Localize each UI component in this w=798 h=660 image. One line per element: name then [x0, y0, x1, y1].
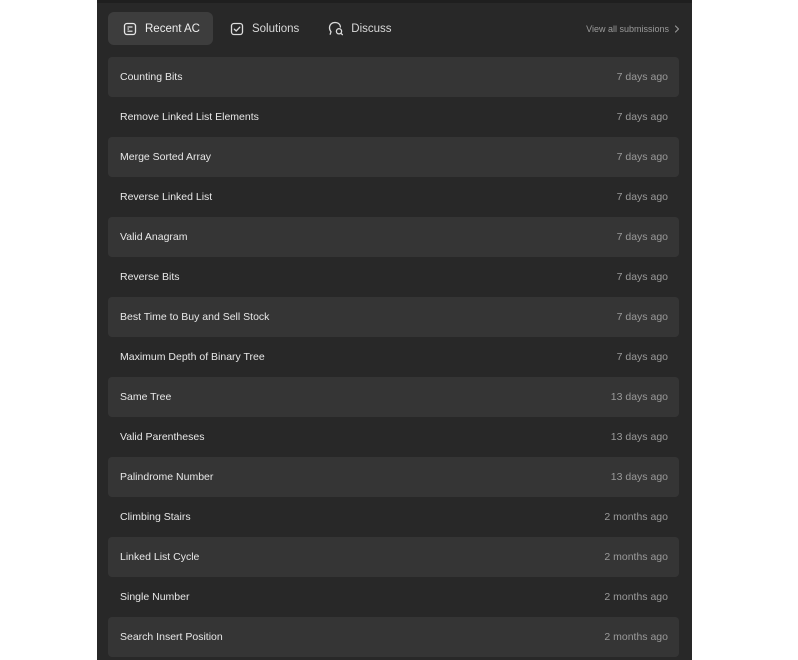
submission-row[interactable]: Remove Linked List Elements 7 days ago — [108, 97, 679, 137]
tab-recent-ac[interactable]: Recent AC — [108, 12, 213, 45]
submission-time: 7 days ago — [616, 351, 668, 363]
submission-title: Best Time to Buy and Sell Stock — [120, 311, 270, 323]
submission-row[interactable]: Maximum Depth of Binary Tree 7 days ago — [108, 337, 679, 377]
submission-row[interactable]: Best Time to Buy and Sell Stock 7 days a… — [108, 297, 679, 337]
submission-title: Reverse Bits — [120, 271, 180, 283]
panel-header: Recent AC Solutions Discuss View all sub… — [108, 12, 681, 45]
submission-title: Valid Anagram — [120, 231, 188, 243]
submission-time: 7 days ago — [616, 71, 668, 83]
submission-time: 7 days ago — [616, 311, 668, 323]
submission-time: 13 days ago — [610, 391, 668, 403]
submission-row[interactable]: Reverse Bits 7 days ago — [108, 257, 679, 297]
submission-title: Counting Bits — [120, 71, 183, 83]
recent-submissions-panel: Recent AC Solutions Discuss View all sub… — [97, 0, 692, 660]
submission-row[interactable]: Valid Anagram 7 days ago — [108, 217, 679, 257]
submission-row[interactable]: Linked List Cycle 2 months ago — [108, 537, 679, 577]
submission-time: 13 days ago — [610, 471, 668, 483]
view-all-submissions-link[interactable]: View all submissions — [586, 12, 681, 45]
checkbox-icon — [229, 21, 245, 37]
submission-row[interactable]: Merge Sorted Array 7 days ago — [108, 137, 679, 177]
submission-time: 7 days ago — [616, 191, 668, 203]
tab-recent-ac-label: Recent AC — [145, 22, 200, 35]
submission-title: Remove Linked List Elements — [120, 111, 259, 123]
submission-row[interactable]: Reverse Linked List 7 days ago — [108, 177, 679, 217]
discuss-icon — [328, 21, 344, 37]
submission-time: 7 days ago — [616, 111, 668, 123]
submission-title: Palindrome Number — [120, 471, 214, 483]
tab-discuss-label: Discuss — [351, 22, 392, 35]
submission-row[interactable]: Counting Bits 7 days ago — [108, 57, 679, 97]
submission-time: 2 months ago — [604, 511, 668, 523]
submission-row[interactable]: Same Tree 13 days ago — [108, 377, 679, 417]
list-icon — [122, 21, 138, 37]
submission-time: 2 months ago — [604, 591, 668, 603]
submission-list: Counting Bits 7 days ago Remove Linked L… — [108, 57, 679, 657]
tab-solutions[interactable]: Solutions — [215, 12, 312, 45]
submission-row[interactable]: Palindrome Number 13 days ago — [108, 457, 679, 497]
submission-title: Merge Sorted Array — [120, 151, 212, 163]
tab-discuss[interactable]: Discuss — [314, 12, 404, 45]
submission-title: Search Insert Position — [120, 631, 223, 643]
submission-title: Linked List Cycle — [120, 551, 200, 563]
tab-solutions-label: Solutions — [251, 22, 300, 35]
submission-time: 2 months ago — [604, 631, 668, 643]
submission-time: 7 days ago — [616, 231, 668, 243]
submission-title: Climbing Stairs — [120, 511, 191, 523]
submission-time: 7 days ago — [616, 151, 668, 163]
submission-time: 2 months ago — [604, 551, 668, 563]
submission-row[interactable]: Climbing Stairs 2 months ago — [108, 497, 679, 537]
submission-time: 7 days ago — [616, 271, 668, 283]
submission-title: Reverse Linked List — [120, 191, 213, 203]
submission-time: 13 days ago — [610, 431, 668, 443]
chevron-right-icon — [673, 24, 681, 34]
view-all-submissions-label: View all submissions — [586, 23, 669, 34]
submission-row[interactable]: Valid Parentheses 13 days ago — [108, 417, 679, 457]
submission-title: Single Number — [120, 591, 190, 603]
submission-row[interactable]: Single Number 2 months ago — [108, 577, 679, 617]
submission-title: Valid Parentheses — [120, 431, 205, 443]
submission-title: Maximum Depth of Binary Tree — [120, 351, 265, 363]
submission-row[interactable]: Search Insert Position 2 months ago — [108, 617, 679, 657]
submission-title: Same Tree — [120, 391, 172, 403]
